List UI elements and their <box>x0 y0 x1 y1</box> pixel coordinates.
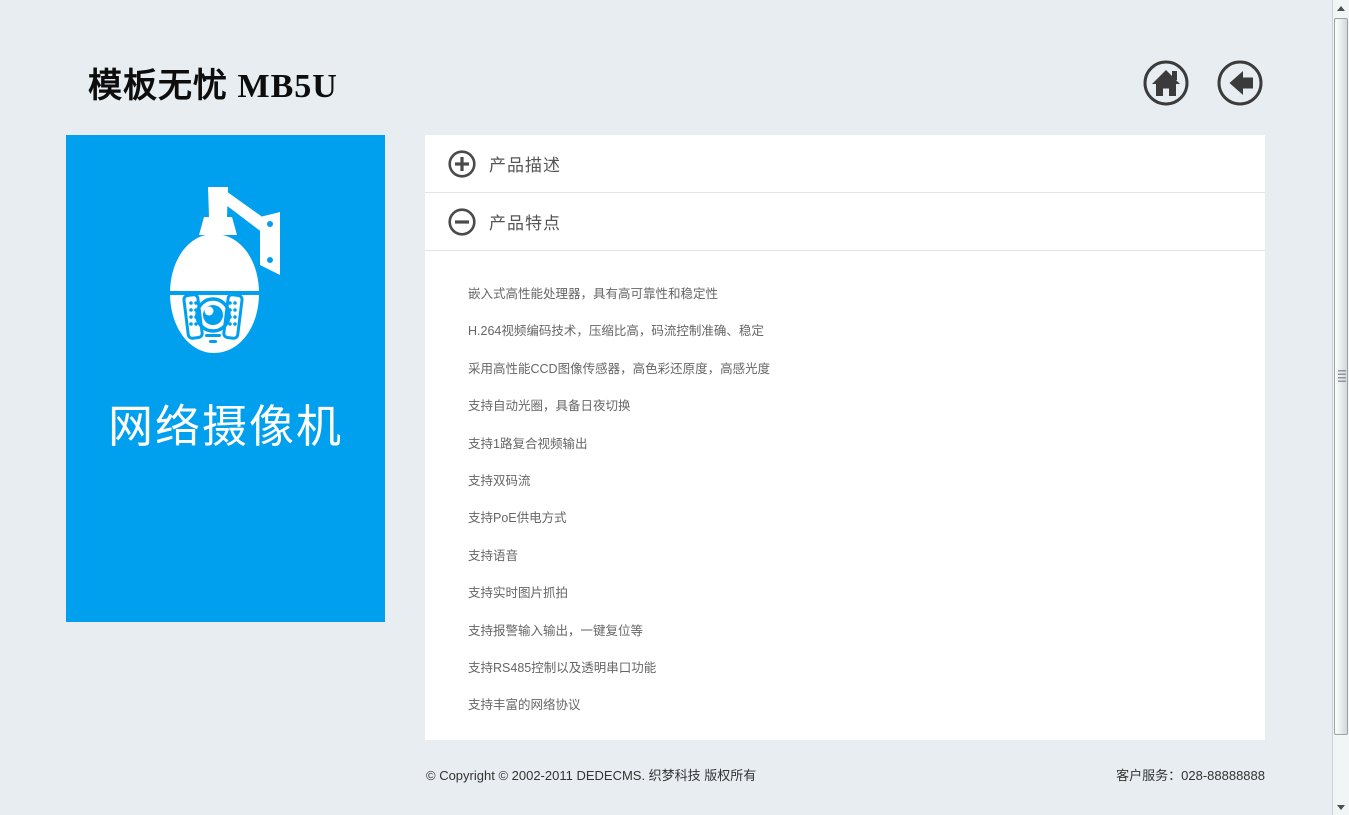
feature-item: 支持实时图片抓拍 <box>468 586 569 601</box>
site-title: 模板无忧 MB5U <box>88 68 338 105</box>
scrollbar-thumb[interactable] <box>1334 18 1348 735</box>
feature-item: 支持双码流 <box>468 474 531 489</box>
home-icon <box>1142 59 1190 107</box>
collapse-minus-icon <box>447 207 477 237</box>
home-button[interactable] <box>1142 59 1190 107</box>
copyright-text: © Copyright © 2002-2011 DEDECMS. 织梦科技 版权… <box>426 768 757 783</box>
accordion-header-description[interactable]: 产品描述 <box>425 135 1265 193</box>
scroll-down-button[interactable] <box>1333 799 1349 815</box>
scroll-down-arrow-icon <box>1337 804 1345 810</box>
product-card[interactable]: 网络摄像机 <box>66 135 385 622</box>
feature-item: 支持RS485控制以及透明串口功能 <box>468 661 657 676</box>
scrollbar[interactable] <box>1332 0 1349 815</box>
feature-list: 嵌入式高性能处理器，具有高可靠性和稳定性 H.264视频编码技术，压缩比高，码流… <box>425 251 1265 725</box>
page: 模板无忧 MB5U 网络摄像机 产品描述 产品特点 嵌入式高性能处理器，具有高可… <box>0 0 1349 815</box>
feature-item: 采用高性能CCD图像传感器，高色彩还原度，高感光度 <box>468 361 771 376</box>
camera-icon <box>166 187 286 355</box>
feature-item: 支持语音 <box>468 548 519 563</box>
scroll-up-button[interactable] <box>1333 0 1349 16</box>
expand-plus-icon <box>447 149 477 179</box>
feature-item: H.264视频编码技术，压缩比高，码流控制准确、稳定 <box>468 324 764 339</box>
feature-item: 支持PoE供电方式 <box>468 511 567 526</box>
product-name: 网络摄像机 <box>107 401 343 452</box>
accordion-label-features: 产品特点 <box>489 214 561 233</box>
feature-item: 支持丰富的网络协议 <box>468 698 581 713</box>
feature-item: 支持自动光圈，具备日夜切换 <box>468 399 631 414</box>
back-arrow-icon <box>1216 59 1264 107</box>
back-button[interactable] <box>1216 59 1264 107</box>
customer-service-text: 客户服务：028-88888888 <box>1116 768 1265 783</box>
feature-item: 支持报警输入输出，一键复位等 <box>468 623 644 638</box>
scrollbar-grip-icon <box>1338 369 1346 384</box>
accordion-header-features[interactable]: 产品特点 <box>425 193 1265 251</box>
feature-item: 支持1路复合视频输出 <box>468 436 588 451</box>
scroll-up-arrow-icon <box>1337 5 1345 11</box>
content-panel: 产品描述 产品特点 嵌入式高性能处理器，具有高可靠性和稳定性 H.264视频编码… <box>425 135 1265 740</box>
feature-item: 嵌入式高性能处理器，具有高可靠性和稳定性 <box>468 287 719 301</box>
accordion-label-description: 产品描述 <box>489 156 561 175</box>
